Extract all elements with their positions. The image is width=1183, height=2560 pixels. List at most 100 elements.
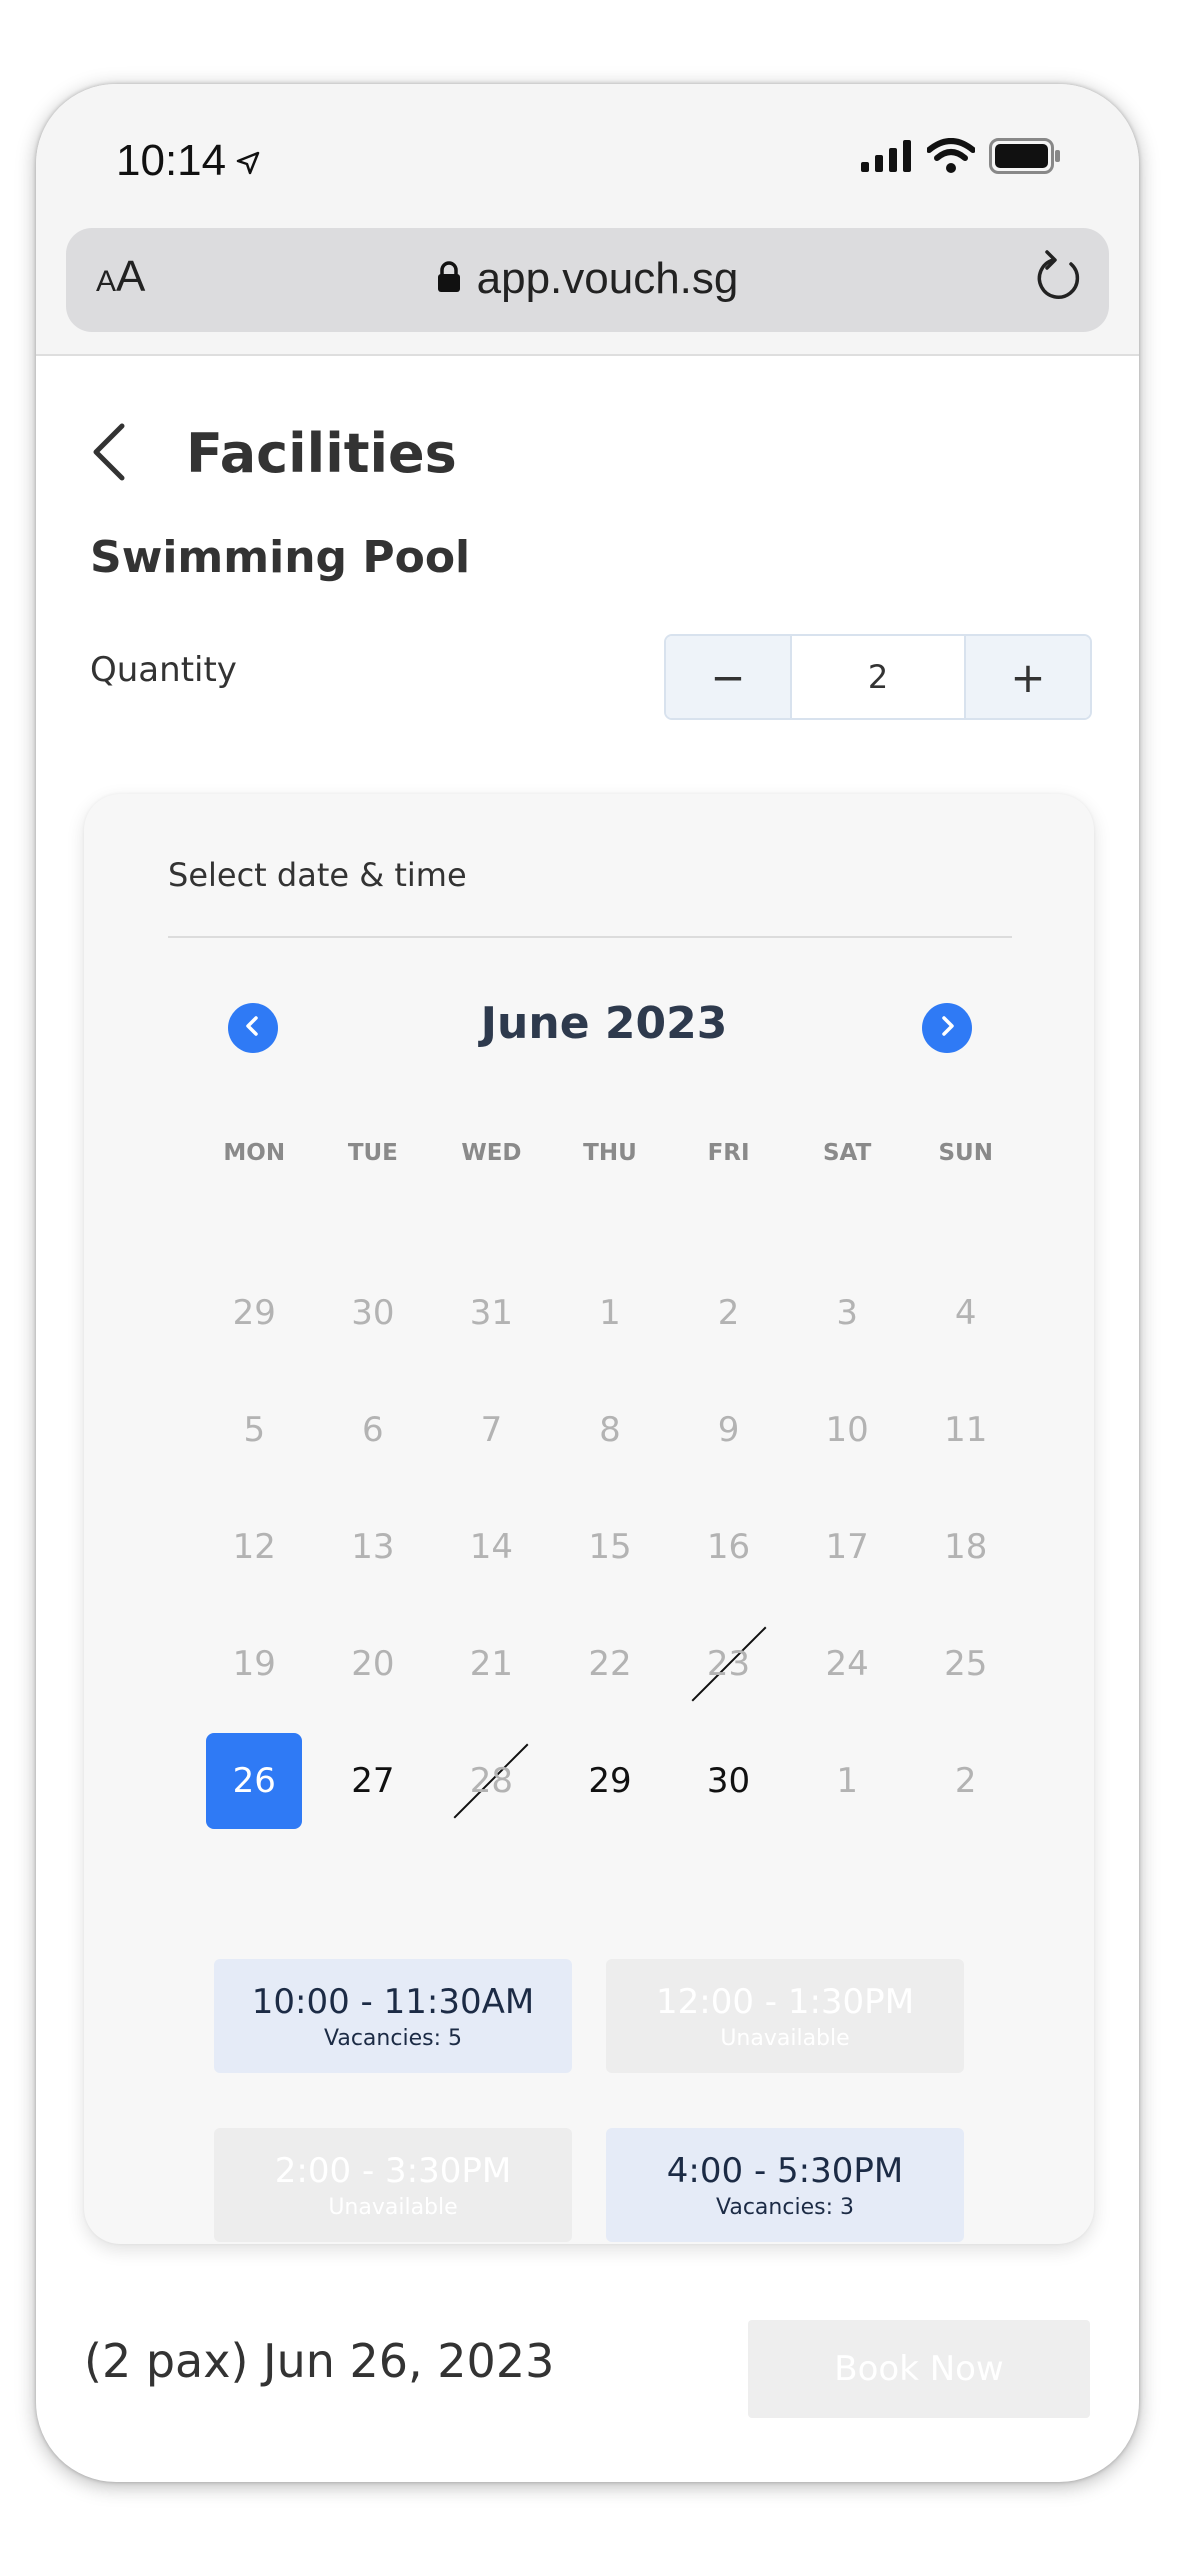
status-icons <box>861 138 1061 178</box>
chevron-left-icon <box>243 1014 263 1042</box>
status-time-text: 10:14 <box>116 136 227 185</box>
calendar-day-number: 30 <box>351 1292 395 1333</box>
calendar-day-number: 11 <box>944 1409 988 1450</box>
calendar-day-number: 24 <box>825 1643 869 1684</box>
address-bar[interactable]: AA app.vouch.sg <box>66 228 1109 332</box>
calendar-day-selected[interactable]: 26 <box>195 1722 314 1839</box>
calendar-day: 3 <box>788 1254 907 1371</box>
next-month-button[interactable] <box>922 1003 972 1053</box>
calendar-day: 24 <box>788 1605 907 1722</box>
time-slot[interactable]: 10:00 - 11:30AM Vacancies: 5 <box>214 1959 572 2073</box>
calendar-day-number: 29 <box>588 1760 632 1801</box>
calendar-day-number: 2 <box>717 1292 740 1333</box>
calendar-day: 29 <box>195 1254 314 1371</box>
calendar-day[interactable]: 30 <box>669 1722 788 1839</box>
calendar-days-grid: 29 30 31 1 2 3 4 5 6 7 8 9 10 11 12 13 14 15 16 17 18 19 20 21 2… <box>195 1254 1025 1839</box>
calendar-day-number: 8 <box>599 1409 621 1450</box>
calendar-day: 16 <box>669 1488 788 1605</box>
book-now-button[interactable]: Book Now <box>748 2320 1090 2418</box>
time-slot[interactable]: 4:00 - 5:30PM Vacancies: 3 <box>606 2128 964 2242</box>
calendar-day: 23 <box>669 1605 788 1722</box>
month-title: June 2023 <box>480 998 728 1049</box>
calendar-day-number: 31 <box>469 1292 514 1333</box>
calendar-day-number: 28 <box>469 1760 514 1801</box>
weekday-label: SAT <box>822 1140 872 1166</box>
calendar-day: 14 <box>432 1488 551 1605</box>
calendar-day-number: 15 <box>588 1526 632 1567</box>
time-slot-vacancies: Vacancies: 3 <box>716 2194 854 2220</box>
calendar-day: 28 <box>432 1722 551 1839</box>
time-slot-vacancies: Unavailable <box>328 2194 458 2220</box>
weekday-label: THU <box>583 1140 637 1166</box>
calendar-day-number: 2 <box>954 1760 977 1801</box>
calendar-day: 10 <box>788 1371 907 1488</box>
calendar-day: 13 <box>314 1488 433 1605</box>
time-slot-time: 12:00 - 1:30PM <box>655 1981 915 2022</box>
decrement-button[interactable]: − <box>666 636 790 718</box>
time-slot-time: 4:00 - 5:30PM <box>666 2150 904 2191</box>
increment-button[interactable]: + <box>966 636 1090 718</box>
calendar-day-number: 5 <box>243 1409 266 1450</box>
booking-summary: (2 pax) Jun 26, 2023 <box>84 2334 555 2388</box>
time-slot-time: 10:00 - 11:30AM <box>251 1981 535 2022</box>
calendar-day-number: 6 <box>362 1409 384 1450</box>
calendar-day: 2 <box>906 1722 1025 1839</box>
calendar-day-number: 23 <box>706 1643 751 1684</box>
quantity-input[interactable]: 2 <box>790 636 966 718</box>
calendar-day-number: 1 <box>599 1292 621 1333</box>
calendar-day-number: 13 <box>351 1526 395 1567</box>
calendar-day-number: 3 <box>836 1292 858 1333</box>
calendar-day: 6 <box>314 1371 433 1488</box>
calendar-day: 18 <box>906 1488 1025 1605</box>
time-slot-vacancies: Vacancies: 5 <box>324 2025 462 2051</box>
calendar-day-number: 21 <box>469 1643 514 1684</box>
calendar-day-number: 16 <box>706 1526 751 1567</box>
calendar-day: 30 <box>314 1254 433 1371</box>
card-heading: Select date & time <box>168 856 467 894</box>
calendar-day: 15 <box>551 1488 670 1605</box>
calendar-day: 22 <box>551 1605 670 1722</box>
page-title: Facilities <box>186 422 457 485</box>
calendar-day-number: 30 <box>706 1760 751 1801</box>
calendar-day[interactable]: 27 <box>314 1722 433 1839</box>
calendar-day-number: 26 <box>206 1732 303 1829</box>
calendar-day: 7 <box>432 1371 551 1488</box>
calendar-day-number: 17 <box>825 1526 869 1567</box>
time-slot: 12:00 - 1:30PM Unavailable <box>606 1959 964 2073</box>
signal-icon <box>861 140 913 176</box>
calendar-day[interactable]: 29 <box>551 1722 670 1839</box>
url-display[interactable]: app.vouch.sg <box>66 254 1109 304</box>
chevron-right-icon <box>937 1014 957 1042</box>
calendar-day: 17 <box>788 1488 907 1605</box>
weekday-label: TUE <box>347 1140 398 1166</box>
chevron-left-icon <box>90 422 130 486</box>
calendar-day: 2 <box>669 1254 788 1371</box>
calendar-day: 1 <box>551 1254 670 1371</box>
calendar-day: 11 <box>906 1371 1025 1488</box>
calendar-day-number: 12 <box>232 1526 276 1567</box>
calendar-day-number: 1 <box>836 1760 858 1801</box>
calendar-day: 20 <box>314 1605 433 1722</box>
facility-name: Swimming Pool <box>90 532 471 583</box>
calendar-day: 25 <box>906 1605 1025 1722</box>
back-button[interactable] <box>80 414 140 494</box>
reload-icon[interactable] <box>1035 248 1083 308</box>
calendar-day-number: 14 <box>469 1526 514 1567</box>
calendar-day: 5 <box>195 1371 314 1488</box>
weekday-label: MON <box>223 1140 286 1166</box>
calendar-day-number: 20 <box>351 1643 395 1684</box>
phone-screen: 10:14 AA app.vouch.sg Facilities Swimmin… <box>36 84 1139 2482</box>
lock-icon <box>437 254 461 304</box>
weekday-label: SUN <box>938 1140 993 1166</box>
calendar-day-number: 25 <box>944 1643 988 1684</box>
calendar-day-number: 29 <box>232 1292 276 1333</box>
calendar-day: 4 <box>906 1254 1025 1371</box>
calendar-day: 9 <box>669 1371 788 1488</box>
time-slot-time: 2:00 - 3:30PM <box>274 2150 512 2191</box>
calendar-day-number: 4 <box>954 1292 977 1333</box>
calendar-day: 31 <box>432 1254 551 1371</box>
calendar-day-number: 10 <box>825 1409 869 1450</box>
time-slot-vacancies: Unavailable <box>720 2025 850 2051</box>
previous-month-button[interactable] <box>228 1003 278 1053</box>
calendar-day: 12 <box>195 1488 314 1605</box>
